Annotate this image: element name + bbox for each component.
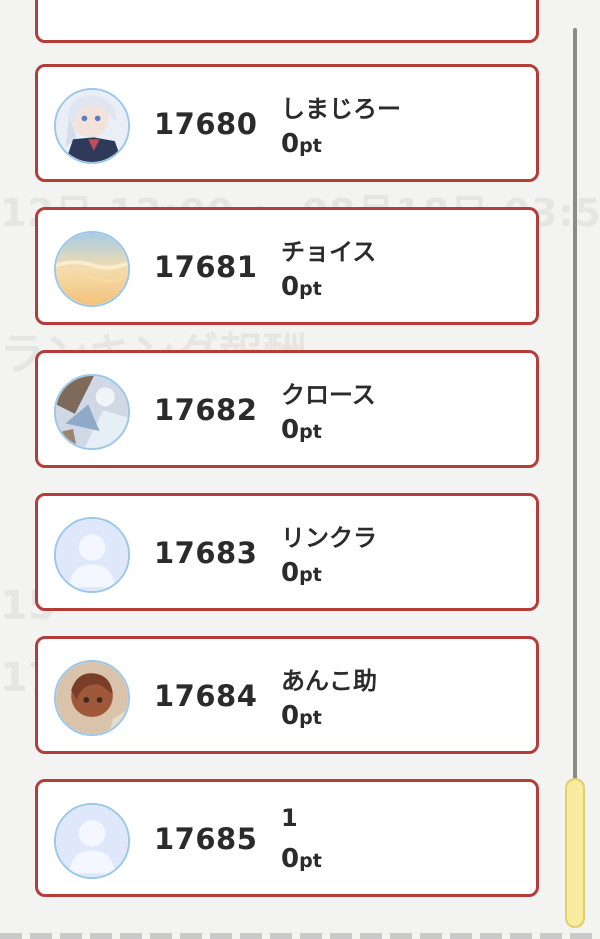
- rank-number: 17683: [154, 536, 258, 570]
- character-artwork-avatar[interactable]: [54, 660, 130, 736]
- score-value: 0: [281, 415, 300, 445]
- rank-number: 17685: [154, 822, 258, 856]
- score-unit: pt: [299, 564, 322, 586]
- ranking-row[interactable]: 17685 1 0pt: [35, 779, 539, 897]
- score-unit: pt: [299, 850, 322, 872]
- scrollbar-thumb[interactable]: [565, 778, 585, 928]
- default-user-avatar[interactable]: [54, 803, 130, 879]
- ranking-row[interactable]: 17684 あんこ助 0pt: [35, 636, 539, 754]
- player-name: 1: [281, 804, 298, 832]
- player-score: 0pt: [281, 129, 322, 159]
- ranking-row[interactable]: 17683 リンクラ 0pt: [35, 493, 539, 611]
- ranking-row[interactable]: 17681 チョイス 0pt: [35, 207, 539, 325]
- rank-number: 17681: [154, 250, 258, 284]
- player-name: チョイス: [281, 238, 377, 266]
- sunset-sky-avatar[interactable]: [54, 231, 130, 307]
- player-name: あんこ助: [281, 667, 377, 695]
- ranking-row-partial: [35, 0, 539, 43]
- score-value: 0: [281, 701, 300, 731]
- ranking-row[interactable]: 17682 クロース 0pt: [35, 350, 539, 468]
- player-name: しまじろー: [281, 95, 401, 123]
- player-score: 0pt: [281, 558, 322, 588]
- player-score: 0pt: [281, 415, 322, 445]
- scene-artwork-avatar[interactable]: [54, 374, 130, 450]
- score-value: 0: [281, 272, 300, 302]
- score-value: 0: [281, 129, 300, 159]
- rank-number: 17680: [154, 107, 258, 141]
- score-value: 0: [281, 558, 300, 588]
- player-score: 0pt: [281, 701, 322, 731]
- player-score: 0pt: [281, 844, 322, 874]
- score-unit: pt: [299, 421, 322, 443]
- player-name: クロース: [281, 381, 376, 409]
- score-unit: pt: [299, 278, 322, 300]
- ranking-list[interactable]: 17680 しまじろー 0pt 17681 チョイス 0pt 17682 クロー…: [0, 0, 560, 939]
- score-value: 0: [281, 844, 300, 874]
- anime-girl-avatar[interactable]: [54, 88, 130, 164]
- bottom-divider: [0, 933, 600, 939]
- ranking-row[interactable]: 17680 しまじろー 0pt: [35, 64, 539, 182]
- default-user-avatar[interactable]: [54, 517, 130, 593]
- player-score: 0pt: [281, 272, 322, 302]
- player-name: リンクラ: [281, 524, 377, 552]
- rank-number: 17684: [154, 679, 258, 713]
- score-unit: pt: [299, 135, 322, 157]
- rank-number: 17682: [154, 393, 258, 427]
- score-unit: pt: [299, 707, 322, 729]
